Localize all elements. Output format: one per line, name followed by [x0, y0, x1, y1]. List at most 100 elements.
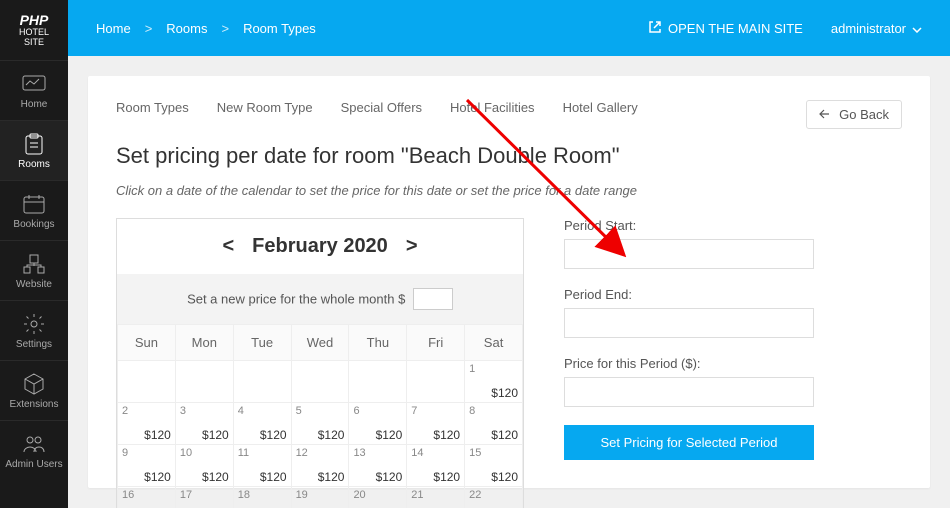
nav-label: Settings: [0, 339, 68, 350]
go-back-label: Go Back: [839, 107, 889, 122]
day-price: $120: [491, 386, 518, 400]
day-number: 17: [180, 489, 192, 501]
calendar-cell[interactable]: 4 $120: [233, 403, 291, 445]
day-price: $120: [202, 428, 229, 442]
crumb-roomtypes[interactable]: Room Types: [243, 21, 316, 36]
calendar-cell: [118, 361, 176, 403]
user-dropdown[interactable]: administrator: [831, 21, 922, 36]
calendar-cell[interactable]: 22$120: [465, 487, 523, 508]
day-price: $120: [202, 470, 229, 484]
day-header: Tue: [233, 325, 291, 361]
nav-website[interactable]: Website: [0, 240, 68, 300]
calendar-cell[interactable]: 2 $120: [118, 403, 176, 445]
nav-extensions[interactable]: Extensions: [0, 360, 68, 420]
calendar-cell[interactable]: 11$120: [233, 445, 291, 487]
calendar-icon: [0, 193, 68, 215]
day-price: $120: [491, 470, 518, 484]
chevron-down-icon: [912, 21, 922, 36]
calendar-grid: SunMonTueWedThuFriSat 1$1202$1203$1204$1…: [117, 324, 523, 508]
period-price-input[interactable]: [564, 377, 814, 407]
day-number: 12: [296, 447, 308, 459]
calendar-cell[interactable]: 14 $120: [407, 445, 465, 487]
calendar-cell[interactable]: 13$120: [349, 445, 407, 487]
nav-label: Extensions: [0, 399, 68, 410]
calendar-cell[interactable]: 1$120: [465, 361, 523, 403]
calendar-cell[interactable]: 12 $120: [291, 445, 349, 487]
day-number: 14: [411, 447, 423, 459]
day-price: $120: [260, 428, 287, 442]
crumb-sep: >: [145, 21, 153, 36]
day-number: 16: [122, 489, 134, 501]
tab-special-offers[interactable]: Special Offers: [341, 100, 422, 115]
day-number: 20: [353, 489, 365, 501]
calendar-cell[interactable]: 20$120: [349, 487, 407, 508]
tab-hotel-facilities[interactable]: Hotel Facilities: [450, 100, 535, 115]
calendar-cell[interactable]: 10 $120: [175, 445, 233, 487]
day-header: Wed: [291, 325, 349, 361]
day-number: 10: [180, 447, 192, 459]
brand-name: PHP: [0, 12, 68, 28]
prev-month[interactable]: <: [204, 235, 252, 258]
day-header: Fri: [407, 325, 465, 361]
calendar-cell[interactable]: 19$120: [291, 487, 349, 508]
day-header: Sun: [118, 325, 176, 361]
day-header: Mon: [175, 325, 233, 361]
tab-room-types[interactable]: Room Types: [116, 100, 189, 115]
day-number: 21: [411, 489, 423, 501]
calendar-cell[interactable]: 8 $120: [465, 403, 523, 445]
set-pricing-button[interactable]: Set Pricing for Selected Period: [564, 425, 814, 460]
tab-new-room-type[interactable]: New Room Type: [217, 100, 313, 115]
box-icon: [0, 373, 68, 395]
day-number: 9: [122, 447, 128, 459]
day-number: 7: [411, 405, 417, 417]
day-price: $120: [433, 470, 460, 484]
nav-bookings[interactable]: Bookings: [0, 180, 68, 240]
nav-settings[interactable]: Settings: [0, 300, 68, 360]
logo: PHP HOTEL SITE: [0, 0, 68, 60]
calendar-cell[interactable]: 3$120: [175, 403, 233, 445]
calendar-cell[interactable]: 18$120: [233, 487, 291, 508]
calendar-cell[interactable]: 7$120: [407, 403, 465, 445]
calendar-cell[interactable]: 9 $120: [118, 445, 176, 487]
calendar-cell[interactable]: 5$120: [291, 403, 349, 445]
day-number: 15: [469, 447, 481, 459]
gear-icon: [0, 313, 68, 335]
nav-admin-users[interactable]: Admin Users: [0, 420, 68, 480]
day-number: 4: [238, 405, 244, 417]
calendar-cell[interactable]: 16$120: [118, 487, 176, 508]
day-price: $120: [491, 428, 518, 442]
calendar-cell[interactable]: 6$120: [349, 403, 407, 445]
day-price: $120: [144, 470, 171, 484]
brand-sub2: SITE: [0, 38, 68, 48]
day-number: 8: [469, 405, 475, 417]
period-start-input[interactable]: [564, 239, 814, 269]
nav-rooms[interactable]: Rooms: [0, 120, 68, 180]
day-number: 22: [469, 489, 481, 501]
nav-home[interactable]: Home: [0, 60, 68, 120]
calendar-cell[interactable]: 21$120: [407, 487, 465, 508]
calendar-cell: [233, 361, 291, 403]
calendar-cell[interactable]: 17$120: [175, 487, 233, 508]
period-form: Period Start: Period End: Price for this…: [564, 218, 902, 508]
period-end-input[interactable]: [564, 308, 814, 338]
tab-hotel-gallery[interactable]: Hotel Gallery: [563, 100, 638, 115]
day-price: $120: [318, 470, 345, 484]
next-month[interactable]: >: [388, 235, 436, 258]
day-number: 19: [296, 489, 308, 501]
day-number: 2: [122, 405, 128, 417]
content: Room Types New Room Type Special Offers …: [68, 56, 950, 508]
month-price-input[interactable]: [413, 288, 453, 310]
calendar-cell[interactable]: 15 $120: [465, 445, 523, 487]
day-price: $120: [144, 428, 171, 442]
calendar-cell: [175, 361, 233, 403]
go-back-button[interactable]: Go Back: [806, 100, 902, 129]
crumb-home[interactable]: Home: [96, 21, 131, 36]
nav-label: Admin Users: [0, 459, 68, 470]
nav-label: Website: [0, 279, 68, 290]
day-price: $120: [260, 470, 287, 484]
topbar: Home > Rooms > Room Types OPEN THE MAIN …: [68, 0, 950, 56]
day-price: $120: [376, 470, 403, 484]
open-main-site-link[interactable]: OPEN THE MAIN SITE: [648, 20, 803, 37]
crumb-rooms[interactable]: Rooms: [166, 21, 207, 36]
nav-label: Home: [0, 99, 68, 110]
